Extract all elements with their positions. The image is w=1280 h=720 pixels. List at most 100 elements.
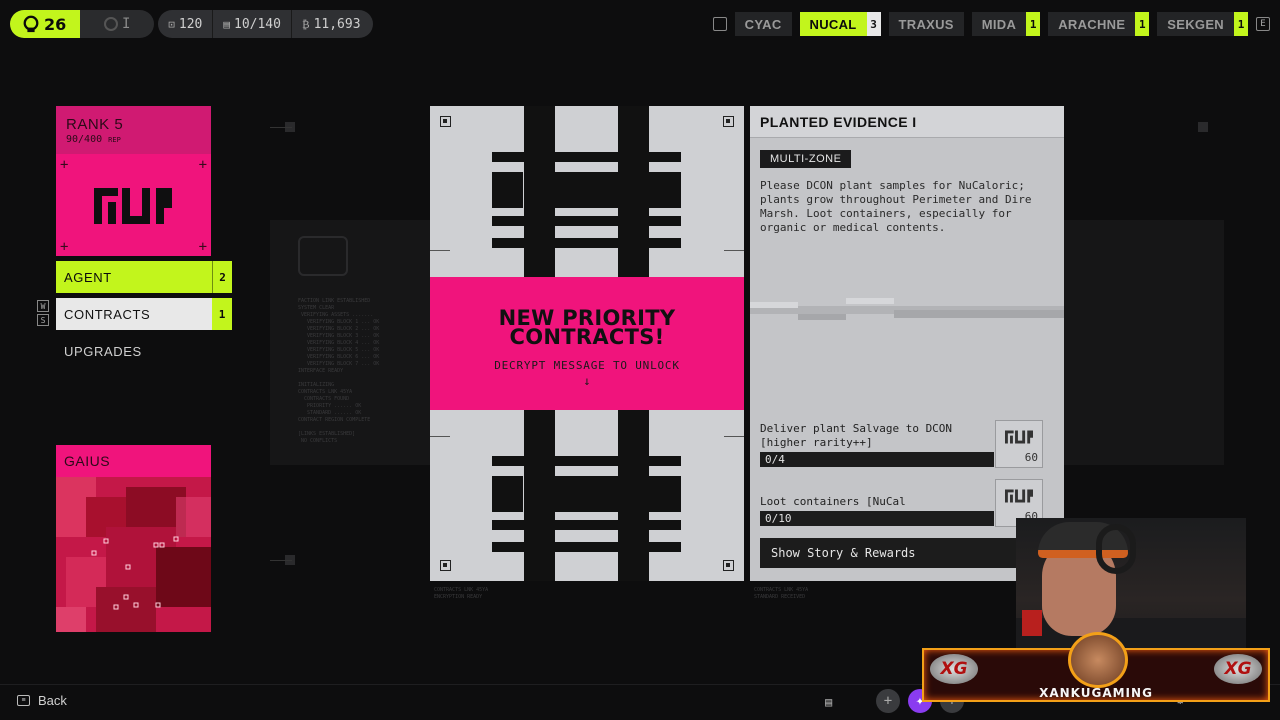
back-label: Back xyxy=(38,693,67,708)
reward-amount: 60 xyxy=(1024,451,1038,464)
faction-name: SEKGEN xyxy=(1157,12,1234,36)
backpack-icon: ▤ xyxy=(223,17,230,31)
objective-reward[interactable]: 60 xyxy=(995,420,1043,468)
tab-cyac[interactable]: CYAC xyxy=(734,12,792,36)
frame-corner-icon xyxy=(1198,122,1208,132)
corner-marker-icon xyxy=(440,116,451,127)
faction-rank: RANK 5 xyxy=(66,116,124,133)
faction-name: MIDA xyxy=(971,12,1027,36)
rank-emblem-icon xyxy=(104,17,119,31)
objective-text: Deliver plant Salvage to DCON [higher ra… xyxy=(760,422,953,449)
corner-plus-icon: + xyxy=(198,157,207,173)
faction-name: CYAC xyxy=(734,12,792,36)
handler-portrait xyxy=(56,477,211,632)
stream-overlay: XG XG XANKUGAMING xyxy=(922,632,1270,702)
show-story-rewards-button[interactable]: Show Story & Rewards i xyxy=(760,538,1050,568)
menu-item-upgrades[interactable]: UPGRADES xyxy=(56,335,232,367)
faction-count-badge: 1 xyxy=(1234,12,1248,36)
faint-logo-icon xyxy=(298,236,348,276)
rank-card-header: RANK 5 90/400 REP xyxy=(56,106,211,154)
container-icon: ⊡ xyxy=(168,17,175,31)
contract-details-panel: PLANTED EVIDENCE I MULTI-ZONE Please DCO… xyxy=(750,106,1064,581)
handler-card[interactable]: GAIUS xyxy=(56,445,211,632)
menu-nav-keys: W S xyxy=(37,300,49,326)
contract-menu: AGENT 2 CONTRACTS 1 UPGRADES xyxy=(56,261,232,372)
rep-value: 90/400 xyxy=(66,134,103,145)
arrow-down-icon: ↓ xyxy=(583,374,591,388)
stat-credits[interactable]: ₿ 11,693 xyxy=(292,10,373,38)
cipher-pattern-bottom xyxy=(430,410,744,581)
back-button[interactable]: ≡ Back xyxy=(17,693,67,708)
panel-footnote: CONTRACTS LNK 45YA STANDARD RECEIVED xyxy=(754,587,809,600)
player-level-value: 26 xyxy=(44,14,67,34)
faction-tabs: Q CYAC NUCAL3 TRAXUS MIDA1 ARACHNE1 SEKG… xyxy=(712,12,1270,36)
streamer-webcam xyxy=(1016,518,1246,654)
headset-icon xyxy=(1096,524,1136,574)
chat-icon[interactable]: ▤ xyxy=(825,695,832,709)
stat-value: 10/140 xyxy=(234,16,281,32)
objective-item: Deliver plant Salvage to DCON [higher ra… xyxy=(760,420,1054,468)
banner-subtext: DECRYPT MESSAGE TO UNLOCK xyxy=(494,359,680,372)
tab-arachne[interactable]: ARACHNE 1 xyxy=(1048,12,1150,36)
faction-count-badge: 1 xyxy=(1026,12,1041,36)
glitch-divider xyxy=(750,298,1064,320)
stat-containers[interactable]: ⊡ 120 xyxy=(158,10,214,38)
faction-name: NUCAL xyxy=(799,12,867,36)
rank-glyph: I xyxy=(122,16,131,32)
corner-plus-icon: + xyxy=(198,239,207,255)
corner-plus-icon: + xyxy=(60,239,69,255)
menu-item-contracts[interactable]: CONTRACTS 1 xyxy=(56,298,232,330)
streamer-avatar xyxy=(1068,632,1128,688)
menu-item-count: 1 xyxy=(212,298,232,330)
microphone-icon xyxy=(1022,610,1042,636)
nucal-rep-icon xyxy=(1005,489,1033,503)
banner-headline: NEW PRIORITY CONTRACTS! xyxy=(498,306,676,349)
stream-badge: XG xyxy=(1224,659,1252,679)
stream-channel-name: XANKUGAMING xyxy=(1039,686,1153,700)
contract-title: PLANTED EVIDENCE I xyxy=(750,106,1064,138)
frame-tick xyxy=(270,560,292,561)
menu-item-agent[interactable]: AGENT 2 xyxy=(56,261,232,293)
esc-key-icon: ≡ xyxy=(17,695,30,706)
objective-progress: 0/4 xyxy=(760,452,994,467)
menu-item-label: AGENT xyxy=(56,261,212,293)
encrypted-contract-panel[interactable]: NEW PRIORITY CONTRACTS! DECRYPT MESSAGE … xyxy=(430,106,744,581)
menu-item-label: CONTRACTS xyxy=(56,298,212,330)
menu-item-count: 2 xyxy=(212,261,232,293)
tab-traxus[interactable]: TRAXUS xyxy=(888,12,964,36)
tab-nucal[interactable]: NUCAL 3 xyxy=(799,12,881,36)
cipher-pattern-top xyxy=(430,106,744,277)
prev-faction-key[interactable]: Q xyxy=(712,17,727,31)
next-faction-key[interactable]: E xyxy=(1256,17,1270,31)
add-party-icon[interactable]: + xyxy=(876,689,900,713)
key-s: S xyxy=(37,314,49,326)
stat-backpack[interactable]: ▤ 10/140 xyxy=(213,10,292,38)
stat-value: 120 xyxy=(178,16,203,32)
prestige-rank[interactable]: I xyxy=(80,10,155,38)
show-story-label: Show Story & Rewards xyxy=(771,546,916,560)
tab-sekgen[interactable]: SEKGEN 1 xyxy=(1157,12,1248,36)
stream-logo-icon: XG xyxy=(1214,654,1262,684)
objective-item: Loot containers [NuCal preferred++] 0/10… xyxy=(760,479,1054,527)
player-status-bar: 26 I ⊡ 120 ▤ 10/140 ₿ 11,693 xyxy=(10,10,373,38)
background-terminal xyxy=(1064,220,1224,465)
faction-name: ARACHNE xyxy=(1048,12,1136,36)
faction-name: TRAXUS xyxy=(888,12,964,36)
faction-rank-card[interactable]: RANK 5 90/400 REP + + + + xyxy=(56,106,211,256)
priority-banner: NEW PRIORITY CONTRACTS! DECRYPT MESSAGE … xyxy=(430,277,744,410)
contract-description: Please DCON plant samples for NuCaloric;… xyxy=(760,179,1032,234)
faction-count-badge: 3 xyxy=(866,12,881,36)
faction-rep: 90/400 REP xyxy=(66,134,201,145)
corner-plus-icon: + xyxy=(60,157,69,173)
resource-stats: ⊡ 120 ▤ 10/140 ₿ 11,693 xyxy=(158,10,373,38)
key-w: W xyxy=(37,300,49,312)
faction-count-badge: 1 xyxy=(1135,12,1150,36)
corner-marker-icon xyxy=(723,560,734,571)
nucal-rep-icon xyxy=(1005,430,1033,444)
handler-name: GAIUS xyxy=(56,445,211,477)
rep-unit: REP xyxy=(108,136,121,144)
stream-badge: XG xyxy=(940,659,968,679)
player-icon xyxy=(23,15,39,33)
tab-mida[interactable]: MIDA 1 xyxy=(971,12,1041,36)
player-level[interactable]: 26 xyxy=(10,10,81,38)
